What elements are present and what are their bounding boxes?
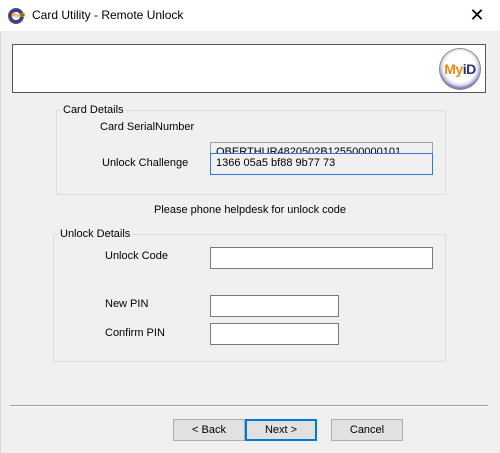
close-icon: ✕ [469, 5, 485, 26]
confirm-pin-input[interactable] [210, 323, 339, 345]
unlock-challenge-field[interactable]: 1366 05a5 bf88 9b77 73 [210, 153, 433, 175]
back-button[interactable]: < Back [173, 419, 245, 441]
myid-logo: MyiD [440, 49, 480, 89]
unlock-challenge-label: Unlock Challenge [102, 157, 189, 169]
window-edge [0, 31, 1, 453]
next-button[interactable]: Next > [245, 419, 317, 441]
logo-text-id: iD [462, 61, 477, 77]
new-pin-input[interactable] [210, 295, 339, 317]
card-serial-label: Card SerialNumber [100, 121, 195, 133]
footer-separator-highlight [10, 406, 488, 407]
unlock-details-legend: Unlock Details [58, 228, 133, 240]
card-details-legend: Card Details [61, 104, 126, 116]
cancel-button[interactable]: Cancel [331, 419, 403, 441]
window-title: Card Utility - Remote Unlock [32, 8, 184, 22]
myid-app-icon: MyID [8, 8, 25, 24]
confirm-pin-label: Confirm PIN [105, 327, 165, 339]
new-pin-label: New PIN [105, 298, 149, 310]
header-banner: MyiD [12, 44, 486, 93]
helpdesk-prompt: Please phone helpdesk for unlock code [153, 204, 347, 216]
logo-text-my: My [444, 61, 463, 77]
unlock-code-input[interactable] [210, 247, 433, 269]
close-button[interactable]: ✕ [454, 0, 500, 31]
unlock-code-label: Unlock Code [105, 250, 168, 262]
title-bar[interactable]: MyID Card Utility - Remote Unlock ✕ [0, 0, 500, 31]
